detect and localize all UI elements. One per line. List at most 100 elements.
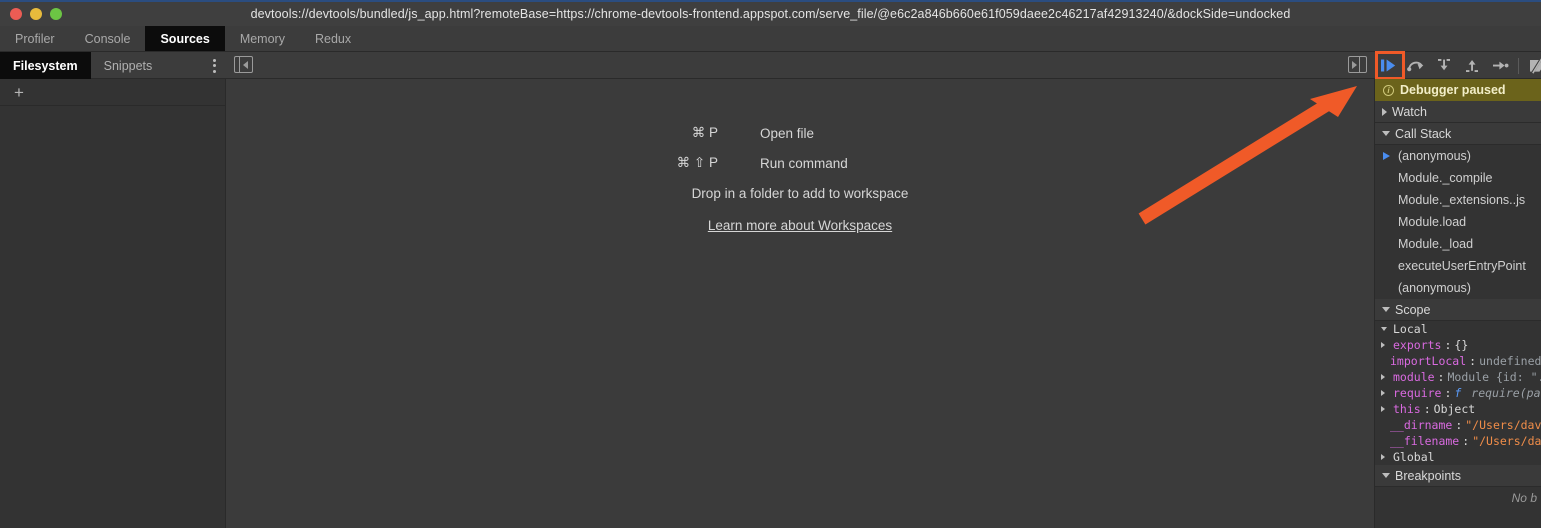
navtab-snippets[interactable]: Snippets [91, 52, 166, 79]
deactivate-breakpoints-icon [1530, 57, 1541, 74]
step-out-icon [1466, 60, 1478, 72]
chevron-down-icon [1381, 327, 1390, 331]
call-stack-row[interactable]: Module.load [1375, 211, 1541, 233]
call-stack-label: Module._extensions..js [1398, 193, 1526, 207]
main-tab-strip: Profiler Console Sources Memory Redux [0, 26, 1541, 52]
window-title: devtools://devtools/bundled/js_app.html?… [250, 7, 1291, 21]
tab-redux[interactable]: Redux [300, 26, 366, 51]
navigator-tab-strip: Filesystem Snippets [0, 52, 165, 79]
scope-entry-name: require [1393, 386, 1442, 400]
scope-entry-value: undefined [1479, 354, 1541, 368]
scope-entry-sep: : [1462, 434, 1470, 448]
scope-global-label: Global [1393, 450, 1435, 464]
tab-console[interactable]: Console [70, 26, 146, 51]
show-debugger-sidebar-icon[interactable] [1348, 56, 1367, 73]
section-call-stack[interactable]: Call Stack [1375, 123, 1541, 145]
debugger-toolbar [1374, 52, 1541, 79]
scope-entry-sep: : [1444, 338, 1452, 352]
call-stack-label: (anonymous) [1398, 149, 1471, 163]
step-over-button[interactable] [1402, 52, 1430, 79]
debugger-sidebar: i Debugger paused Watch Call Stack (anon… [1374, 79, 1541, 528]
scope-entry[interactable]: exports : {} [1375, 337, 1541, 353]
navtab-filesystem[interactable]: Filesystem [0, 52, 91, 79]
call-stack-label: (anonymous) [1398, 281, 1471, 295]
step-button[interactable] [1486, 52, 1514, 79]
scope-entry-sep: : [1469, 354, 1477, 368]
hint-open-file-keys: ⌘ P [691, 125, 718, 140]
scope-entry[interactable]: __filename : "/Users/da [1375, 433, 1541, 449]
section-breakpoints[interactable]: Breakpoints [1375, 465, 1541, 487]
tab-profiler[interactable]: Profiler [0, 26, 70, 51]
scope-entry-value: Object [1433, 402, 1476, 416]
sources-subtoolbar: Filesystem Snippets [0, 52, 1541, 79]
section-watch[interactable]: Watch [1375, 101, 1541, 123]
resume-script-execution-button[interactable] [1374, 52, 1402, 79]
scope-entry[interactable]: require : f require(pat [1375, 385, 1541, 401]
devtools-window: devtools://devtools/bundled/js_app.html?… [0, 0, 1541, 528]
chevron-right-icon [1381, 454, 1390, 460]
step-out-button[interactable] [1458, 52, 1486, 79]
section-call-stack-label: Call Stack [1395, 126, 1452, 141]
call-stack-row[interactable]: (anonymous) [1375, 145, 1541, 167]
hint-open-file-label: Open file [760, 125, 815, 141]
more-options-icon[interactable] [203, 52, 225, 79]
call-stack-row[interactable]: (anonymous) [1375, 277, 1541, 299]
call-stack-row[interactable]: Module._compile [1375, 167, 1541, 189]
hint-run-command-label: Run command [760, 155, 848, 171]
chevron-right-icon [1381, 390, 1390, 396]
call-stack-row[interactable]: executeUserEntryPoint [1375, 255, 1541, 277]
chevron-right-icon [1382, 107, 1387, 116]
chevron-down-icon [1382, 131, 1390, 136]
scope-entry-name: importLocal [1390, 354, 1467, 368]
debugger-paused-banner: i Debugger paused [1375, 79, 1541, 101]
scope-local-label: Local [1393, 322, 1428, 336]
collapse-navigator-icon[interactable] [234, 56, 253, 73]
scope-entry-value: require(pat [1471, 386, 1541, 400]
call-stack-row[interactable]: Module._extensions..js [1375, 189, 1541, 211]
section-scope-label: Scope [1395, 302, 1431, 317]
chevron-down-icon [1382, 473, 1390, 478]
debugger-paused-label: Debugger paused [1400, 83, 1506, 97]
section-watch-label: Watch [1392, 104, 1427, 119]
call-stack-label: Module.load [1398, 215, 1467, 229]
chevron-right-icon [1381, 406, 1390, 412]
scope-entry-sep: : [1444, 386, 1452, 400]
hint-open-file: ⌘ P Open file [227, 118, 1373, 148]
scope-global-group[interactable]: Global [1375, 449, 1541, 465]
scope-entry-name: exports [1393, 338, 1442, 352]
step-over-icon [1407, 61, 1424, 72]
call-stack-label: Module._load [1398, 237, 1474, 251]
scope-entry[interactable]: __dirname : "/Users/dav [1375, 417, 1541, 433]
function-icon: f [1454, 386, 1469, 400]
scope-entry-name: __dirname [1390, 418, 1453, 432]
breakpoints-empty-message: No b [1511, 491, 1537, 505]
scope-entry-name: module [1393, 370, 1435, 384]
scope-entry[interactable]: importLocal : undefined [1375, 353, 1541, 369]
tab-sources[interactable]: Sources [145, 26, 225, 51]
step-into-icon [1438, 59, 1450, 71]
scope-entry-name: __filename [1390, 434, 1460, 448]
scope-entry[interactable]: module : Module {id: ". [1375, 369, 1541, 385]
window-titlebar: devtools://devtools/bundled/js_app.html?… [0, 0, 1541, 26]
tab-memory[interactable]: Memory [225, 26, 300, 51]
learn-more-workspaces-link[interactable]: Learn more about Workspaces [227, 210, 1373, 242]
toolbar-divider [1518, 57, 1519, 74]
section-scope[interactable]: Scope [1375, 299, 1541, 321]
scope-entry[interactable]: this : Object [1375, 401, 1541, 417]
call-stack-row[interactable]: Module._load [1375, 233, 1541, 255]
hint-run-command-keys: ⌘ ⇧ P [676, 155, 718, 170]
scope-entry-value: "/Users/da [1472, 434, 1541, 448]
navigator-pane: + [0, 79, 226, 528]
call-stack-label: executeUserEntryPoint [1398, 259, 1526, 273]
scope-entry-name: this [1393, 402, 1421, 416]
call-stack-label: Module._compile [1398, 171, 1493, 185]
scope-entry-sep: : [1423, 402, 1431, 416]
current-frame-icon [1383, 152, 1392, 160]
add-folder-icon[interactable]: + [14, 84, 24, 101]
deactivate-breakpoints-button[interactable] [1523, 52, 1541, 79]
step-into-button[interactable] [1430, 52, 1458, 79]
scope-entry-value: {} [1454, 338, 1469, 352]
step-icon [1492, 61, 1508, 70]
hint-run-command: ⌘ ⇧ P Run command [227, 148, 1373, 178]
scope-local-group[interactable]: Local [1375, 321, 1541, 337]
